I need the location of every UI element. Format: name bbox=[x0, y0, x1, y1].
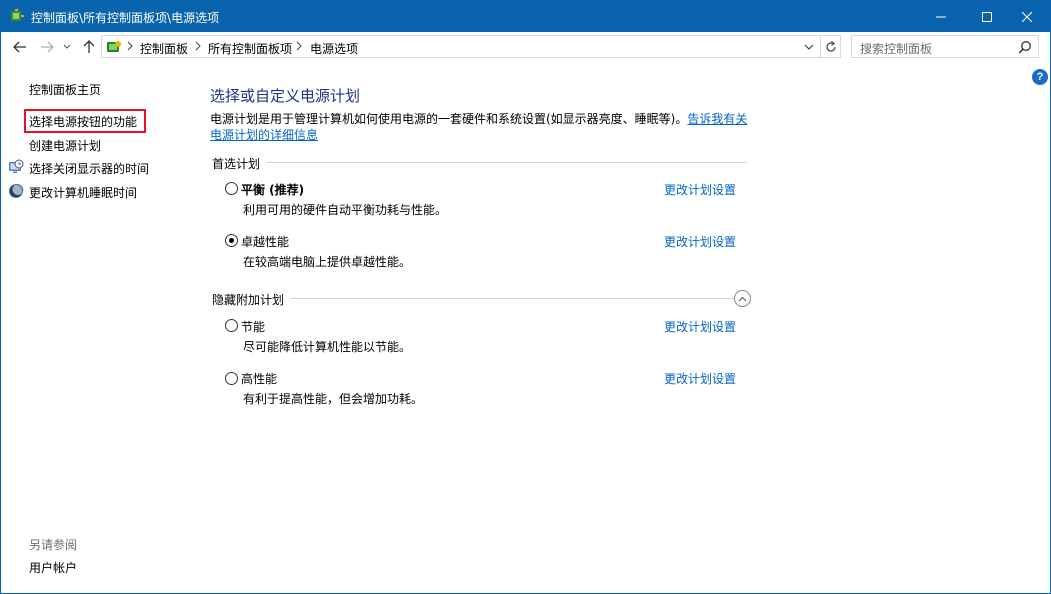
change-plan-settings-power-saver[interactable]: 更改计划设置 bbox=[664, 318, 736, 335]
clock-monitor-icon bbox=[9, 159, 24, 173]
forward-button[interactable] bbox=[38, 38, 56, 56]
back-button[interactable] bbox=[11, 38, 29, 56]
close-button[interactable] bbox=[1004, 1, 1050, 32]
back-arrow-icon bbox=[13, 41, 26, 53]
address-dropdown-button[interactable] bbox=[802, 41, 816, 53]
plan-name-power-saver[interactable]: 节能 bbox=[241, 318, 265, 335]
description-text: 电源计划是用于管理计算机如何使用电源的一套硬件和系统设置(如显示器亮度、睡眠等)… bbox=[210, 112, 688, 126]
breadcrumb-all-items[interactable]: 所有控制面板项 bbox=[208, 40, 292, 57]
plan-radio-high-performance[interactable] bbox=[225, 372, 238, 385]
preferred-plans-heading: 首选计划 bbox=[212, 155, 267, 172]
collapse-hidden-plans-button[interactable] bbox=[734, 290, 751, 307]
breadcrumb-separator-icon bbox=[296, 41, 302, 51]
change-plan-settings-ultimate-performance[interactable]: 更改计划设置 bbox=[664, 233, 736, 250]
search-icon bbox=[1018, 41, 1031, 54]
see-also-heading: 另请参阅 bbox=[29, 538, 78, 552]
hidden-plans-heading: 隐藏附加计划 bbox=[212, 291, 291, 308]
title-bar: 控制面板\所有控制面板项\电源选项 bbox=[1, 1, 1050, 32]
breadcrumb-separator-icon bbox=[195, 41, 201, 51]
sidebar-item-display-off-time[interactable]: 选择关闭显示器的时间 bbox=[29, 160, 149, 177]
help-icon[interactable]: ? bbox=[1032, 69, 1048, 85]
refresh-button[interactable] bbox=[821, 35, 841, 58]
address-bar[interactable]: 控制面板 所有控制面板项 电源选项 bbox=[101, 35, 821, 58]
sidebar-item-sleep-time[interactable]: 更改计算机睡眠时间 bbox=[29, 184, 137, 201]
up-arrow-icon bbox=[83, 40, 95, 53]
plan-desc-high-performance: 有利于提高性能，但会增加功耗。 bbox=[243, 392, 424, 406]
plan-name-ultimate-performance[interactable]: 卓越性能 bbox=[241, 233, 289, 250]
chevron-down-icon bbox=[804, 44, 814, 50]
control-panel-home-link[interactable]: 控制面板主页 bbox=[29, 81, 101, 98]
breadcrumb-separator-icon bbox=[127, 41, 133, 51]
preferred-plans-divider bbox=[212, 162, 747, 163]
change-plan-settings-high-performance[interactable]: 更改计划设置 bbox=[664, 370, 736, 387]
close-icon bbox=[1022, 11, 1032, 22]
control-panel-icon bbox=[107, 41, 121, 52]
chevron-up-icon bbox=[738, 296, 747, 301]
moon-icon bbox=[9, 184, 24, 198]
breadcrumb-control-panel[interactable]: 控制面板 bbox=[140, 40, 188, 57]
page-title: 选择或自定义电源计划 bbox=[210, 87, 361, 105]
sidebar-item-power-button-function[interactable]: 选择电源按钮的功能 bbox=[29, 113, 137, 130]
hidden-plans-divider bbox=[212, 298, 734, 299]
sidebar-item-create-power-plan[interactable]: 创建电源计划 bbox=[29, 137, 101, 154]
search-input[interactable]: 搜索控制面板 bbox=[851, 35, 1039, 58]
plan-desc-ultimate-performance: 在较高端电脑上提供卓越性能。 bbox=[243, 255, 412, 269]
plan-radio-balanced[interactable] bbox=[225, 182, 238, 195]
maximize-icon bbox=[982, 11, 992, 22]
power-options-app-icon bbox=[11, 9, 24, 21]
window-title: 控制面板\所有控制面板项\电源选项 bbox=[31, 11, 220, 25]
recent-locations-button[interactable] bbox=[61, 38, 73, 56]
forward-arrow-icon bbox=[41, 41, 54, 53]
minimize-button[interactable] bbox=[918, 1, 964, 32]
plan-radio-ultimate-performance[interactable] bbox=[225, 234, 238, 247]
refresh-icon bbox=[825, 40, 836, 52]
plan-desc-balanced: 利用可用的硬件自动平衡功耗与性能。 bbox=[243, 203, 448, 217]
chevron-down-icon bbox=[63, 44, 71, 49]
plan-radio-power-saver[interactable] bbox=[225, 319, 238, 332]
up-button[interactable] bbox=[80, 38, 98, 56]
plan-name-high-performance[interactable]: 高性能 bbox=[241, 370, 277, 387]
search-placeholder: 搜索控制面板 bbox=[860, 42, 933, 56]
navigation-bar: 控制面板 所有控制面板项 电源选项 搜索控制面板 bbox=[1, 32, 1050, 62]
minimize-icon bbox=[936, 16, 946, 17]
see-also-user-accounts-link[interactable]: 用户帐户 bbox=[29, 559, 77, 576]
page-description: 电源计划是用于管理计算机如何使用电源的一套硬件和系统设置(如显示器亮度、睡眠等)… bbox=[210, 111, 750, 143]
plan-name-balanced[interactable]: 平衡 (推荐) bbox=[241, 181, 304, 198]
breadcrumb-power-options[interactable]: 电源选项 bbox=[310, 40, 358, 57]
change-plan-settings-balanced[interactable]: 更改计划设置 bbox=[664, 181, 736, 198]
power-options-window: 控制面板\所有控制面板项\电源选项 控制面板 所有控制面板项 电源选项 搜索控制… bbox=[0, 0, 1051, 594]
plan-desc-power-saver: 尽可能降低计算机性能以节能。 bbox=[243, 340, 412, 354]
